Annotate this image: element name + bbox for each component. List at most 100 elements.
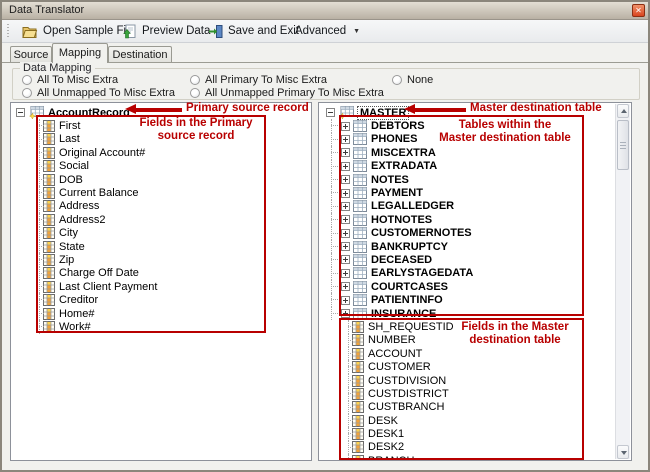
destination-table-row[interactable]: CUSTOMERNOTES [320,227,615,240]
expand-expander-icon[interactable] [341,229,350,238]
destination-field-row[interactable]: CUSTDISTRICT [320,387,615,400]
radio-all-primary-to-misc-extra[interactable]: All Primary To Misc Extra [190,74,327,86]
radio-all-unmapped-to-misc-extra[interactable]: All Unmapped To Misc Extra [22,87,175,99]
destination-table-row[interactable]: COURTCASES [320,280,615,293]
annotation-line: source record [135,130,257,143]
destination-field-row[interactable]: DESK [320,414,615,427]
destination-field-row[interactable]: CUSTBRANCH [320,401,615,414]
source-field-row[interactable]: Address2 [12,213,310,226]
close-button[interactable]: ✕ [632,4,645,17]
destination-field-row[interactable]: CUSTDIVISION [320,374,615,387]
save-and-exit-button[interactable]: Save and Exit [208,20,299,42]
toolbar-grip[interactable] [7,24,9,38]
source-field-row[interactable]: Last Client Payment [12,280,310,293]
tab-destination[interactable]: Destination [108,46,172,62]
expand-expander-icon[interactable] [341,282,350,291]
source-field-label: Zip [59,254,74,266]
destination-table-row[interactable]: PAYMENT [320,186,615,199]
destination-field-row[interactable]: ACCOUNT [320,347,615,360]
source-field-row[interactable]: Creditor [12,293,310,306]
field-icon [43,254,55,266]
source-field-row[interactable]: Original Account# [12,146,310,159]
destination-table-row[interactable]: BANKRUPTCY [320,240,615,253]
destination-table-row[interactable]: MISCEXTRA [320,146,615,159]
destination-field-row[interactable]: DESK1 [320,427,615,440]
destination-field-label: SH_REQUESTID [368,321,454,333]
field-icon [43,200,55,212]
destination-table-label: INSURANCE [371,308,436,320]
field-icon [352,334,364,346]
destination-table-row[interactable]: DECEASED [320,253,615,266]
collapse-expander-icon[interactable] [16,108,25,117]
destination-table-label: PATIENTINFO [371,294,443,306]
data-translator-window: Data Translator ✕ Open Sample File Previ… [0,0,650,472]
source-field-label: DOB [59,174,83,186]
destination-table-row[interactable]: HOTNOTES [320,213,615,226]
expand-expander-icon[interactable] [341,269,350,278]
expand-expander-icon[interactable] [341,309,350,318]
source-field-row[interactable]: DOB [12,173,310,186]
source-field-row[interactable]: Address [12,200,310,213]
advanced-dropdown-button[interactable]: Advanced ▼ [295,20,360,42]
expand-expander-icon[interactable] [341,215,350,224]
destination-table-row[interactable]: EXTRADATA [320,160,615,173]
destination-tree-panel: MASTER DEBTORS [318,102,632,461]
scroll-down-button[interactable] [617,445,629,459]
expand-expander-icon[interactable] [341,122,350,131]
destination-field-row[interactable]: BRANCH [320,454,615,459]
field-icon [43,241,55,253]
expand-expander-icon[interactable] [341,242,350,251]
radio-none[interactable]: None [392,74,433,86]
collapse-expander-icon[interactable] [326,108,335,117]
source-field-row[interactable]: Charge Off Date [12,267,310,280]
destination-field-row[interactable]: DESK2 [320,441,615,454]
radio-circle-icon [190,88,200,98]
destination-table-row[interactable]: PATIENTINFO [320,293,615,306]
source-field-row[interactable]: Zip [12,253,310,266]
radio-label: All Unmapped To Misc Extra [37,87,175,99]
annotation-tables-within: Tables within the Master destination tab… [430,119,580,145]
destination-table-row[interactable]: INSURANCE [320,307,615,320]
source-field-row[interactable]: Social [12,160,310,173]
source-field-label: First [59,120,80,132]
destination-field-row[interactable]: CUSTOMER [320,360,615,373]
scroll-up-button[interactable] [617,104,629,118]
expand-expander-icon[interactable] [341,296,350,305]
expand-expander-icon[interactable] [341,202,350,211]
destination-table-row[interactable]: EARLYSTAGEDATA [320,267,615,280]
scrollbar-thumb[interactable] [617,120,629,170]
annotation-line: Tables within the [430,119,580,132]
tab-source[interactable]: Source [10,46,52,62]
expand-expander-icon[interactable] [341,148,350,157]
expand-expander-icon[interactable] [341,162,350,171]
source-field-label: Address2 [59,214,105,226]
destination-table-row[interactable]: LEGALLEDGER [320,200,615,213]
preview-data-button[interactable]: Preview Data [122,20,210,42]
expand-expander-icon[interactable] [341,175,350,184]
table-icon [353,160,367,172]
toolbar: Open Sample File Preview Data Save and E… [2,20,648,43]
destination-field-label: DESK2 [368,441,404,453]
source-field-row[interactable]: Work# [12,320,310,333]
source-field-label: Last Client Payment [59,281,157,293]
radio-all-unmapped-primary-to-misc-extra[interactable]: All Unmapped Primary To Misc Extra [190,87,384,99]
field-icon [352,348,364,360]
source-field-row[interactable]: Home# [12,307,310,320]
tab-mapping[interactable]: Mapping [52,43,108,63]
expand-expander-icon[interactable] [341,255,350,264]
destination-field-label: NUMBER [368,334,416,346]
source-field-row[interactable]: Current Balance [12,186,310,199]
table-icon [353,133,367,145]
radio-all-to-misc-extra[interactable]: All To Misc Extra [22,74,118,86]
source-tree-root-label: AccountRecord [48,107,130,119]
field-icon [352,388,364,400]
destination-table-row[interactable]: NOTES [320,173,615,186]
open-sample-file-button[interactable]: Open Sample File [22,20,135,42]
source-field-row[interactable]: State [12,240,310,253]
expand-expander-icon[interactable] [341,189,350,198]
destination-table-label: NOTES [371,174,409,186]
source-field-row[interactable]: City [12,227,310,240]
vertical-scrollbar[interactable] [615,104,630,459]
scroll-up-icon [621,109,627,113]
expand-expander-icon[interactable] [341,135,350,144]
